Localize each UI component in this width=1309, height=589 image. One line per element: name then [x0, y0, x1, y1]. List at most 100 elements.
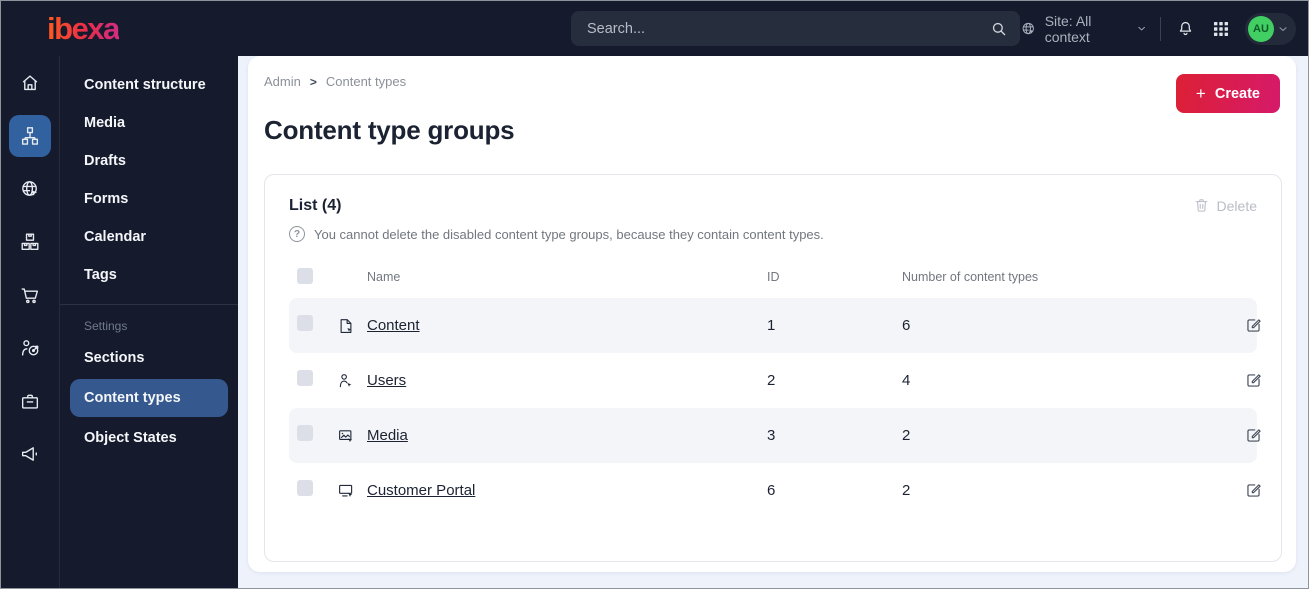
list-note-text: You cannot delete the disabled content t… — [314, 226, 824, 242]
group-link[interactable]: Content — [367, 317, 420, 334]
page-title: Content type groups — [264, 115, 515, 145]
chevron-down-icon — [1279, 26, 1287, 31]
edit-button[interactable] — [1242, 424, 1265, 447]
content-panel: Admin > Content types + Create Content t… — [248, 56, 1296, 572]
rail-item-commerce[interactable] — [9, 274, 51, 316]
content-file-icon — [340, 318, 352, 333]
edit-button[interactable] — [1242, 479, 1265, 502]
create-button-label: Create — [1214, 85, 1260, 102]
edit-icon — [1247, 429, 1261, 442]
notifications-button[interactable] — [1174, 17, 1197, 40]
user-icon — [339, 373, 352, 387]
trash-icon — [1195, 199, 1207, 212]
row-checkbox[interactable] — [297, 425, 313, 441]
rail-item-content[interactable] — [9, 115, 51, 157]
edit-button[interactable] — [1242, 369, 1265, 392]
table-row: Media 3 2 — [289, 408, 1261, 463]
avatar: AU — [1248, 15, 1274, 42]
sidebar-item-sections[interactable]: Sections — [60, 339, 238, 377]
table-row: Customer Portal 6 2 — [289, 463, 1261, 518]
user-menu[interactable]: AU — [1245, 12, 1296, 45]
rail-item-personalization[interactable] — [9, 327, 51, 369]
edit-icon — [1247, 374, 1261, 387]
globe-cursor-icon — [22, 181, 38, 196]
breadcrumb-separator: > — [309, 74, 317, 89]
list-title: List (4) — [289, 197, 342, 214]
group-count: 2 — [902, 427, 911, 444]
rail-item-products[interactable] — [9, 221, 51, 263]
main-area: Admin > Content types + Create Content t… — [238, 56, 1308, 588]
icon-rail — [1, 56, 59, 588]
sidebar-menu: Content structure Media Drafts Forms Cal… — [59, 56, 238, 588]
globe-icon — [1022, 22, 1035, 35]
app-switcher-button[interactable] — [1210, 18, 1232, 40]
sidebar-item-forms[interactable]: Forms — [60, 180, 238, 218]
group-id: 1 — [767, 317, 776, 334]
megaphone-icon — [21, 447, 37, 461]
rail-item-admin[interactable] — [9, 380, 51, 422]
edit-button[interactable] — [1242, 314, 1265, 337]
group-id: 2 — [767, 372, 776, 389]
rail-item-dashboard[interactable] — [9, 62, 51, 104]
cart-icon — [21, 288, 39, 304]
audience-target-icon — [21, 340, 39, 356]
group-id: 6 — [767, 482, 776, 499]
sidebar-item-media[interactable]: Media — [60, 104, 238, 142]
bell-icon — [1179, 21, 1192, 36]
breadcrumb: Admin > Content types — [264, 74, 1282, 89]
topbar-logo-area: ibexa — [1, 11, 238, 47]
site-context-label: Site: All context — [1044, 12, 1092, 45]
group-link[interactable]: Media — [367, 427, 408, 444]
rail-item-campaigns[interactable] — [9, 433, 51, 475]
sidebar-item-content-structure[interactable]: Content structure — [60, 66, 238, 104]
table-header: Name ID Number of content types — [289, 256, 1257, 298]
sidebar-item-tags[interactable]: Tags — [60, 256, 238, 294]
rail-item-site[interactable] — [9, 168, 51, 210]
boxes-icon — [21, 233, 39, 251]
create-button[interactable]: + Create — [1175, 74, 1280, 113]
edit-icon — [1247, 319, 1261, 332]
group-count: 4 — [902, 372, 911, 389]
sidebar-item-calendar[interactable]: Calendar — [60, 218, 238, 256]
site-context-selector[interactable]: Site: All context — [1020, 13, 1147, 45]
menu-section-header: Settings — [84, 319, 128, 333]
row-checkbox[interactable] — [297, 480, 313, 496]
app-body: Content structure Media Drafts Forms Cal… — [1, 56, 1308, 588]
group-link[interactable]: Customer Portal — [367, 482, 475, 499]
group-count: 6 — [902, 317, 911, 334]
group-id: 3 — [767, 427, 776, 444]
search-placeholder: Search... — [587, 20, 646, 37]
table-row: Users 2 4 — [289, 353, 1261, 408]
topbar-divider — [1160, 16, 1161, 41]
delete-button[interactable]: Delete — [1193, 197, 1257, 214]
search-icon[interactable] — [990, 20, 1008, 38]
home-icon — [22, 75, 38, 91]
delete-button-label: Delete — [1216, 197, 1257, 214]
sidebar-item-content-types[interactable]: Content types — [70, 379, 228, 417]
sidebar-item-drafts[interactable]: Drafts — [60, 142, 238, 180]
menu-divider — [60, 304, 238, 305]
topbar: ibexa Search... Site: All context AU — [1, 1, 1308, 56]
question-icon[interactable]: ? — [289, 226, 305, 242]
topbar-controls: Site: All context AU — [1020, 12, 1308, 45]
breadcrumb-admin[interactable]: Admin — [264, 74, 301, 89]
row-checkbox[interactable] — [297, 370, 313, 386]
group-link[interactable]: Users — [367, 372, 406, 389]
row-checkbox[interactable] — [297, 315, 313, 331]
edit-icon — [1247, 484, 1261, 497]
list-note: ? You cannot delete the disabled content… — [289, 226, 1257, 242]
column-header-name: Name — [367, 270, 401, 284]
column-header-id: ID — [767, 270, 780, 284]
sidebar-item-object-states[interactable]: Object States — [60, 419, 238, 457]
briefcase-icon — [21, 394, 39, 409]
portal-monitor-icon — [339, 484, 353, 497]
column-header-count: Number of content types — [902, 270, 1039, 284]
content-structure-icon — [21, 127, 39, 145]
breadcrumb-current: Content types — [325, 74, 407, 89]
media-image-icon — [339, 429, 353, 442]
grid-icon — [1213, 21, 1229, 36]
select-all-checkbox[interactable] — [297, 267, 313, 284]
search-input[interactable]: Search... — [571, 11, 1021, 46]
plus-icon: + — [1195, 84, 1206, 103]
ibexa-logo[interactable]: ibexa — [47, 11, 120, 46]
